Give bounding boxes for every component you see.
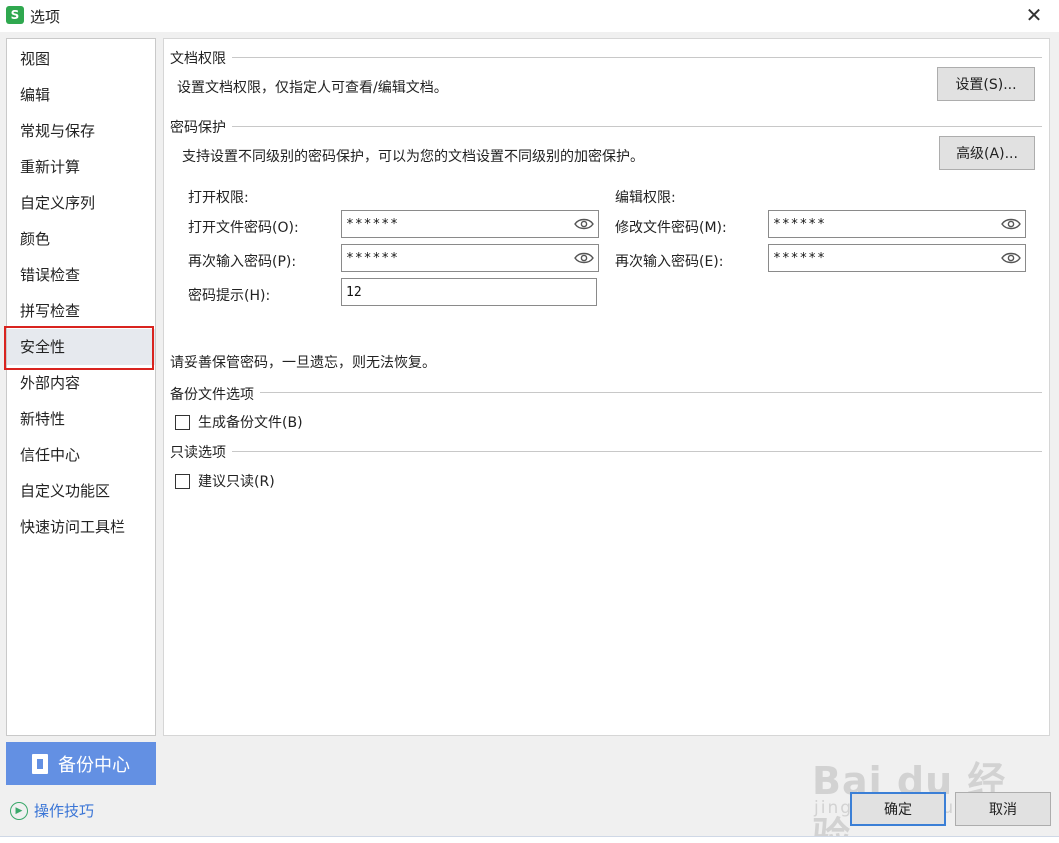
edit-permission-label: 编辑权限: xyxy=(615,190,676,206)
section-divider xyxy=(232,451,1042,452)
modify-confirm-value: ****** xyxy=(773,250,826,266)
eye-icon[interactable] xyxy=(1001,215,1021,233)
modify-password-value: ****** xyxy=(773,216,826,232)
backup-checkbox-row[interactable]: 生成备份文件(B) xyxy=(175,412,303,432)
close-button[interactable]: ✕ xyxy=(1023,4,1045,26)
backup-center-button[interactable]: 备份中心 xyxy=(6,742,156,785)
backup-options-title: 备份文件选项 xyxy=(170,387,254,403)
open-confirm-field[interactable]: ****** xyxy=(341,244,599,272)
doc-permission-settings-button[interactable]: 设置(S)... xyxy=(937,67,1035,101)
password-hint-field[interactable]: 12 xyxy=(341,278,597,306)
title-bar: S 选项 ✕ xyxy=(0,0,1059,32)
window-title: 选项 xyxy=(30,8,61,26)
password-warning: 请妥善保管密码，一旦遗忘，则无法恢复。 xyxy=(170,355,436,371)
open-password-label: 打开文件密码(O): xyxy=(188,220,299,236)
dialog-body: 视图 编辑 常规与保存 重新计算 自定义序列 颜色 错误检查 拼写检查 安全性 … xyxy=(0,32,1059,843)
backup-center-label: 备份中心 xyxy=(58,754,130,776)
sidebar-item-general-save[interactable]: 常规与保存 xyxy=(7,113,155,149)
modify-password-field[interactable]: ****** xyxy=(768,210,1026,238)
modify-confirm-label: 再次输入密码(E): xyxy=(615,254,724,270)
tips-label: 操作技巧 xyxy=(34,802,95,820)
cancel-button[interactable]: 取消 xyxy=(955,792,1051,826)
doc-permission-desc: 设置文档权限，仅指定人可查看/编辑文档。 xyxy=(177,80,448,96)
backup-icon xyxy=(32,753,48,774)
section-divider xyxy=(232,126,1042,127)
bottom-strip xyxy=(0,836,1059,843)
app-logo-icon: S xyxy=(6,6,24,24)
section-divider xyxy=(260,392,1042,393)
tips-link[interactable]: ▶ 操作技巧 xyxy=(10,800,94,821)
sidebar-item-color[interactable]: 颜色 xyxy=(7,221,155,257)
sidebar-item-security[interactable]: 安全性 xyxy=(7,329,155,365)
sidebar-item-new-features[interactable]: 新特性 xyxy=(7,401,155,437)
password-hint-label: 密码提示(H): xyxy=(188,288,271,304)
open-password-field[interactable]: ****** xyxy=(341,210,599,238)
open-permission-label: 打开权限: xyxy=(188,190,249,206)
sidebar-item-spell-check[interactable]: 拼写检查 xyxy=(7,293,155,329)
password-protection-title: 密码保护 xyxy=(170,120,226,136)
eye-icon[interactable] xyxy=(1001,249,1021,267)
settings-panel: 文档权限 设置文档权限，仅指定人可查看/编辑文档。 设置(S)... 密码保护 … xyxy=(163,38,1050,736)
readonly-checkbox-row[interactable]: 建议只读(R) xyxy=(175,471,275,491)
ok-button[interactable]: 确定 xyxy=(850,792,946,826)
modify-password-label: 修改文件密码(M): xyxy=(615,220,727,236)
sidebar-item-error-check[interactable]: 错误检查 xyxy=(7,257,155,293)
backup-checkbox[interactable] xyxy=(175,414,190,430)
sidebar: 视图 编辑 常规与保存 重新计算 自定义序列 颜色 错误检查 拼写检查 安全性 … xyxy=(6,38,156,736)
sidebar-item-quick-access-toolbar[interactable]: 快速访问工具栏 xyxy=(7,509,155,545)
eye-icon[interactable] xyxy=(574,249,594,267)
backup-checkbox-label: 生成备份文件(B) xyxy=(198,415,303,431)
eye-icon[interactable] xyxy=(574,215,594,233)
password-hint-value: 12 xyxy=(346,284,362,300)
sidebar-item-custom-ribbon[interactable]: 自定义功能区 xyxy=(7,473,155,509)
password-protection-desc: 支持设置不同级别的密码保护，可以为您的文档设置不同级别的加密保护。 xyxy=(182,149,644,165)
open-password-value: ****** xyxy=(346,216,399,232)
readonly-checkbox-label: 建议只读(R) xyxy=(198,474,275,490)
open-confirm-value: ****** xyxy=(346,250,399,266)
doc-permission-title: 文档权限 xyxy=(170,51,226,67)
sidebar-item-recalculate[interactable]: 重新计算 xyxy=(7,149,155,185)
sidebar-item-edit[interactable]: 编辑 xyxy=(7,77,155,113)
sidebar-item-trust-center[interactable]: 信任中心 xyxy=(7,437,155,473)
sidebar-item-external-content[interactable]: 外部内容 xyxy=(7,365,155,401)
open-confirm-label: 再次输入密码(P): xyxy=(188,254,297,270)
section-divider xyxy=(232,57,1042,58)
readonly-options-title: 只读选项 xyxy=(170,445,226,461)
sidebar-item-view[interactable]: 视图 xyxy=(7,41,155,77)
advanced-button[interactable]: 高级(A)... xyxy=(939,136,1035,170)
sidebar-item-custom-list[interactable]: 自定义序列 xyxy=(7,185,155,221)
modify-confirm-field[interactable]: ****** xyxy=(768,244,1026,272)
tips-icon: ▶ xyxy=(10,801,28,820)
readonly-checkbox[interactable] xyxy=(175,473,190,489)
